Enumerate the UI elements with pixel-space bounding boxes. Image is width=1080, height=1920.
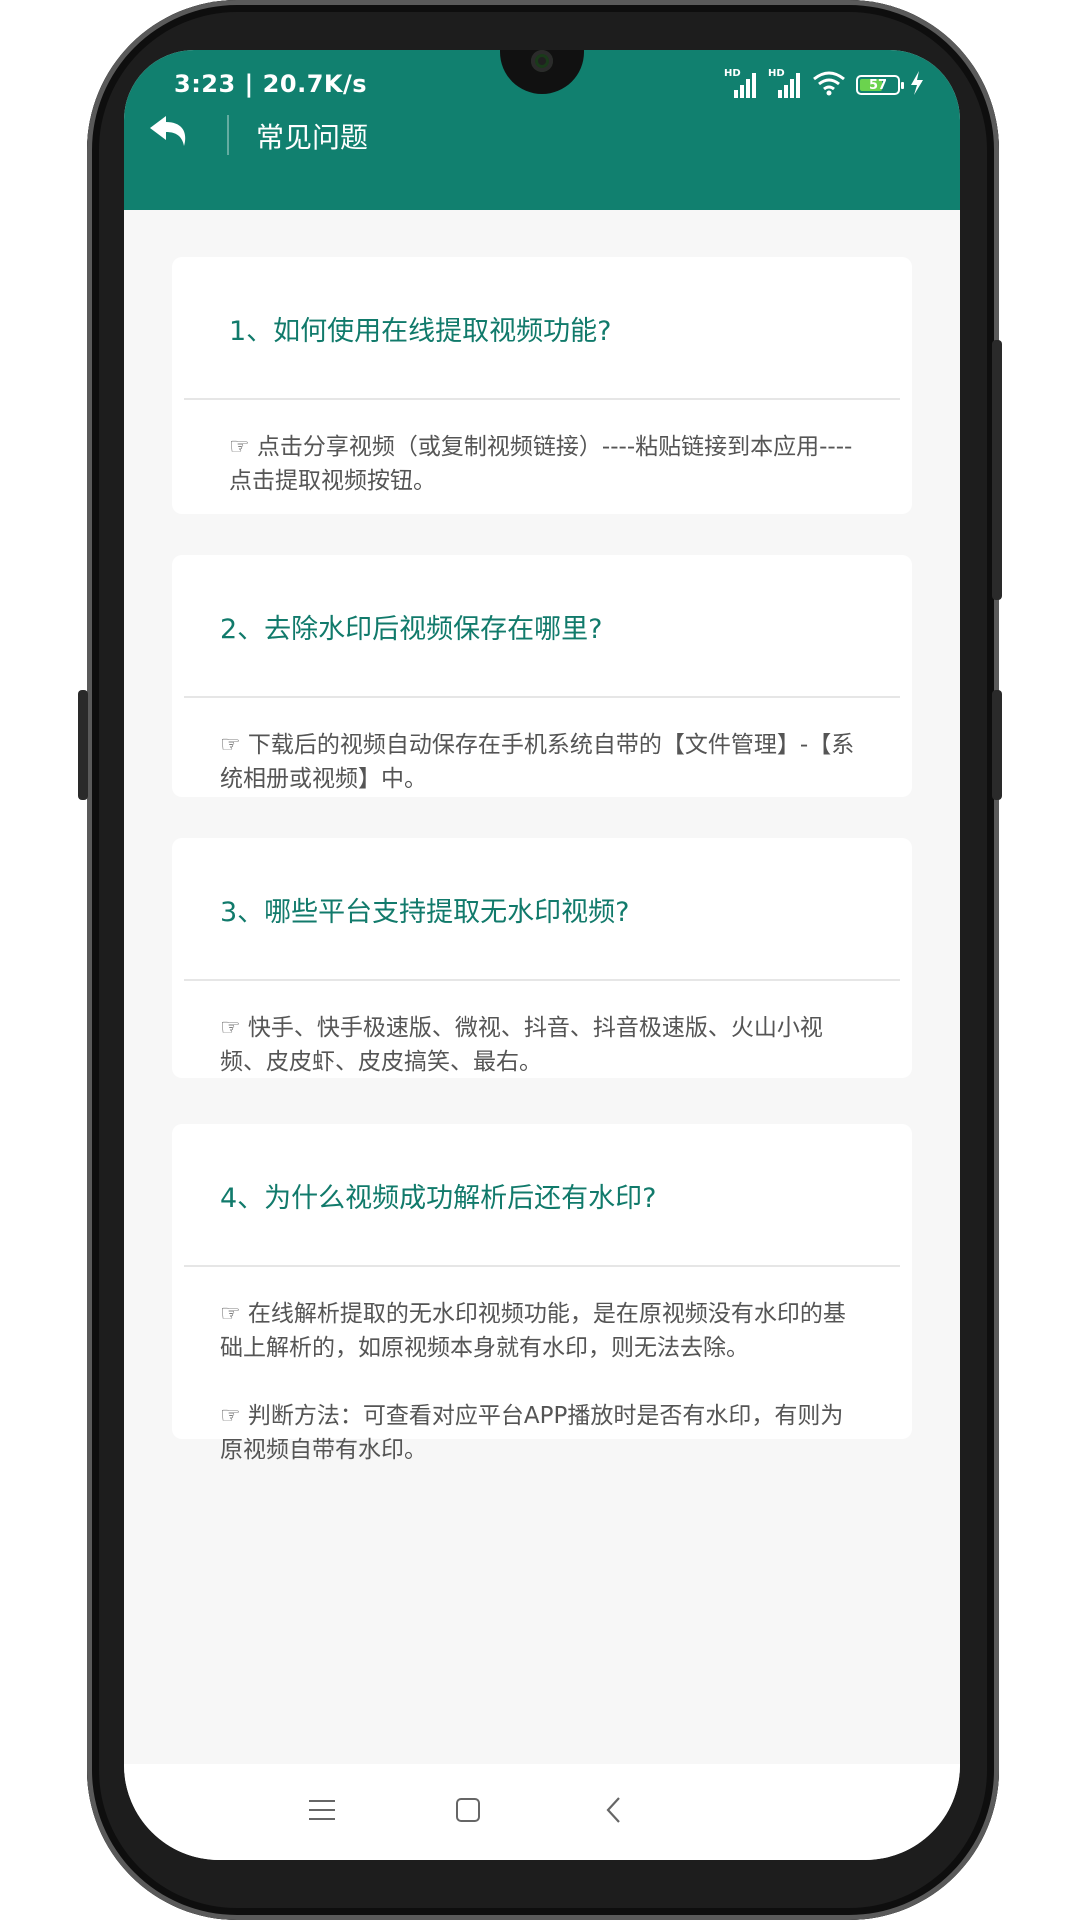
camera-notch	[500, 50, 584, 94]
nav-back-button[interactable]	[590, 1788, 638, 1836]
signal-icon: HD	[768, 68, 802, 100]
faq-answer: ☞ 点击分享视频（或复制视频链接）----粘贴链接到本应用----点击提取视频按…	[229, 434, 853, 494]
phone-power-button	[992, 690, 1002, 800]
back-arrow-icon	[146, 112, 194, 160]
faq-card-header: 2、去除水印后视频保存在哪里?	[184, 555, 900, 698]
battery-icon: 57	[856, 75, 904, 95]
phone-volume-button	[992, 340, 1002, 600]
camera-icon	[531, 50, 553, 72]
faq-question-2: 2、去除水印后视频保存在哪里?	[220, 614, 603, 645]
faq-question-1: 1、如何使用在线提取视频功能?	[229, 316, 612, 347]
signal-icon: HD	[724, 68, 758, 100]
phone-side-button	[78, 690, 88, 800]
faq-card-2: 2、去除水印后视频保存在哪里? ☞ 下载后的视频自动保存在手机系统自带的【文件管…	[172, 555, 912, 797]
faq-answer: ☞ 在线解析提取的无水印视频功能，是在原视频没有水印的基础上解析的，如原视频本身…	[220, 1301, 846, 1361]
faq-card-4: 4、为什么视频成功解析后还有水印? ☞ 在线解析提取的无水印视频功能，是在原视频…	[172, 1124, 912, 1463]
app-bar: 3:23 | 20.7K/s HD HD 57 常见问题	[124, 50, 960, 210]
system-nav-bar	[124, 1764, 960, 1860]
back-button[interactable]	[142, 108, 198, 164]
faq-answer: ☞ 判断方法：可查看对应平台APP播放时是否有水印，有则为原视频自带有水印。	[220, 1403, 844, 1463]
faq-answer: ☞ 快手、快手极速版、微视、抖音、抖音极速版、火山小视频、皮皮虾、皮皮搞笑、最右…	[220, 1015, 823, 1075]
status-icons: HD HD 57	[724, 68, 924, 100]
nav-menu-button[interactable]	[298, 1788, 346, 1836]
status-time-speed: 3:23 | 20.7K/s	[174, 70, 368, 98]
faq-answers: ☞ 点击分享视频（或复制视频链接）----粘贴链接到本应用----点击提取视频按…	[172, 400, 912, 498]
faq-card-3: 3、哪些平台支持提取无水印视频? ☞ 快手、快手极速版、微视、抖音、抖音极速版、…	[172, 838, 912, 1078]
page-title: 常见问题	[256, 121, 369, 154]
faq-question-4: 4、为什么视频成功解析后还有水印?	[220, 1183, 657, 1214]
faq-answers: ☞ 下载后的视频自动保存在手机系统自带的【文件管理】-【系统相册或视频】中。	[172, 698, 912, 796]
wifi-icon	[812, 70, 846, 100]
charging-icon	[910, 71, 924, 99]
faq-answers: ☞ 快手、快手极速版、微视、抖音、抖音极速版、火山小视频、皮皮虾、皮皮搞笑、最右…	[172, 981, 912, 1079]
faq-card-1: 1、如何使用在线提取视频功能? ☞ 点击分享视频（或复制视频链接）----粘贴链…	[172, 257, 912, 514]
faq-card-header: 1、如何使用在线提取视频功能?	[184, 257, 900, 400]
back-chevron-icon	[604, 1796, 624, 1828]
faq-card-header: 4、为什么视频成功解析后还有水印?	[184, 1124, 900, 1267]
signal-hd-label: HD	[724, 68, 741, 79]
home-icon	[455, 1797, 481, 1827]
faq-answer: ☞ 下载后的视频自动保存在手机系统自带的【文件管理】-【系统相册或视频】中。	[220, 732, 855, 792]
menu-icon	[309, 1799, 335, 1825]
signal-hd-label: HD	[768, 68, 785, 79]
phone-screen: 3:23 | 20.7K/s HD HD 57 常见问题 1、如何使用在线提取视…	[124, 50, 960, 1860]
battery-level: 57	[868, 77, 888, 93]
faq-question-3: 3、哪些平台支持提取无水印视频?	[220, 897, 630, 928]
faq-answers: ☞ 在线解析提取的无水印视频功能，是在原视频没有水印的基础上解析的，如原视频本身…	[172, 1267, 912, 1467]
nav-home-button[interactable]	[444, 1788, 492, 1836]
faq-card-header: 3、哪些平台支持提取无水印视频?	[184, 838, 900, 981]
app-bar-divider	[227, 115, 229, 155]
